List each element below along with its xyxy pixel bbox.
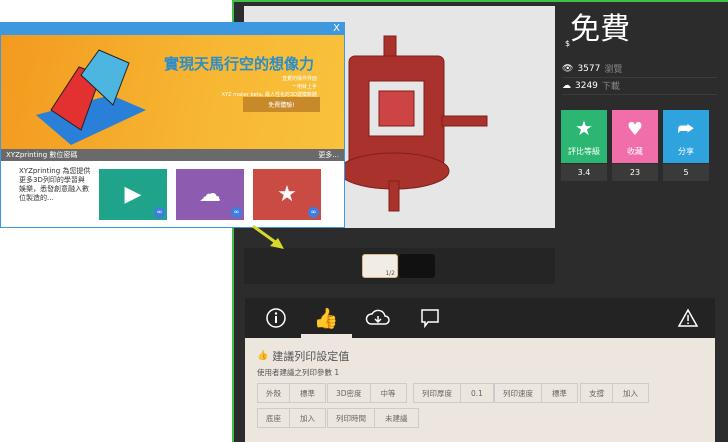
ad-line: 一用就上手: [291, 84, 317, 90]
param-value: 加入: [623, 388, 638, 398]
settings-subtitle: 使用者建議之列印參數 1: [257, 368, 340, 377]
param-density: 3D密度 中等: [327, 383, 407, 403]
param-speed: 列印速度 標準: [494, 383, 578, 403]
param-key: 支撐: [581, 384, 613, 402]
param-value: 標準: [552, 388, 567, 398]
tab-info[interactable]: [261, 304, 291, 332]
tab-comments[interactable]: [415, 304, 445, 332]
downloads-stat: ☁ 3249 下載: [562, 77, 717, 95]
param-value: 0.1: [471, 388, 483, 398]
views-label: 瀏覽: [604, 65, 623, 75]
param-key: 列印時間: [328, 409, 375, 427]
thumbnail-strip: 1/2: [244, 248, 555, 284]
popup-quote: XYZprinting 為您提供更多3D列印的學習與娛樂，悉發創意融入數位製造的…: [19, 167, 91, 202]
star-icon: ★: [575, 116, 593, 140]
play-icon: ▶: [124, 182, 142, 207]
cloud-download-icon: [365, 309, 390, 325]
tab-bar: 👍: [245, 298, 715, 338]
param-key: 底座: [258, 409, 290, 427]
downloads-count: 3249: [575, 80, 598, 91]
param-shell: 外殼 標準: [257, 383, 326, 403]
param-value: 未建議: [385, 413, 408, 423]
cloud-download-icon: ☁: [199, 182, 221, 207]
param-value: 標準: [300, 388, 315, 398]
rate-button[interactable]: ★ 評比等級: [561, 110, 607, 163]
settings-title: 👍 建議列印設定值: [257, 348, 349, 364]
report-button[interactable]: [673, 304, 703, 332]
ad-body: 直覺的操作界面 一用就上手 XYZ maker beta, 最人性化的3D建模軟…: [222, 75, 317, 99]
ad-popup: X 實現天馬行空的想像力 直覺的操作界面 一用就上手 XYZ maker bet…: [0, 22, 345, 228]
price-value: 免費: [570, 12, 631, 47]
price: $免費: [565, 4, 630, 48]
share-label: 分享: [678, 147, 694, 156]
param-layer: 列印厚度 0.1: [413, 383, 494, 403]
eye-icon: 👁: [562, 63, 574, 74]
star-tools-icon: ★: [277, 182, 297, 207]
param-key: 列印厚度: [414, 384, 461, 402]
param-value: 加入: [300, 413, 315, 423]
rate-label: 評比等級: [568, 147, 600, 156]
settings-title-text: 建議列印設定值: [272, 350, 350, 363]
popup-caption: XYZprinting 數位密碼 更多...: [1, 149, 344, 161]
link-icon: ∞: [154, 207, 165, 218]
ad-headline: 實現天馬行空的想像力: [163, 55, 314, 73]
collect-count: 23: [612, 164, 658, 181]
param-time: 列印時間 未建議: [327, 408, 419, 428]
tools-tile[interactable]: ★ ∞: [253, 169, 321, 220]
free-trial-button[interactable]: 免費體驗!: [243, 97, 320, 112]
param-key: 外殼: [258, 384, 290, 402]
rating-value: 3.4: [561, 164, 607, 181]
comment-icon: [421, 309, 439, 329]
share-count: 5: [663, 164, 709, 181]
param-value: 中等: [380, 388, 396, 398]
heart-icon: ♥: [626, 119, 644, 140]
link-icon: ∞: [231, 207, 242, 218]
info-icon: [266, 308, 286, 328]
annotation-arrow-icon: [252, 224, 284, 249]
thumb-counter: 1/2: [385, 270, 395, 277]
param-base: 底座 加入: [257, 408, 326, 428]
download-tile[interactable]: ☁ ∞: [176, 169, 244, 220]
param-support: 支撐 加入: [580, 383, 649, 403]
thumbnail-2[interactable]: [399, 254, 435, 278]
thumbnail-1[interactable]: 1/2: [362, 254, 398, 278]
link-icon: ∞: [308, 207, 319, 218]
more-link[interactable]: 更多...: [318, 150, 339, 160]
ad-line: 直覺的操作界面: [281, 76, 317, 82]
cloud-icon: ☁: [562, 80, 571, 91]
thumbs-up-icon: 👍: [313, 306, 339, 330]
popup-titlebar: X: [1, 23, 344, 35]
share-icon: ⮫: [677, 119, 695, 140]
close-button[interactable]: X: [333, 23, 340, 34]
print-settings: 👍 建議列印設定值 使用者建議之列印參數 1 外殼 標準 3D密度 中等 列印厚度 0.…: [245, 338, 715, 442]
warning-icon: [677, 308, 699, 327]
collect-label: 收藏: [627, 147, 643, 156]
share-button[interactable]: ⮫ 分享: [663, 110, 709, 163]
prism-illustration: [36, 49, 146, 145]
param-key: 3D密度: [328, 384, 371, 402]
tab-recommend[interactable]: 👍: [301, 304, 352, 338]
tab-download[interactable]: [363, 304, 393, 332]
video-tile[interactable]: ▶ ∞: [99, 169, 167, 220]
views-count: 3577: [577, 63, 601, 74]
downloads-label: 下載: [601, 82, 620, 92]
param-key: 列印速度: [495, 384, 542, 402]
ad-banner[interactable]: 實現天馬行空的想像力 直覺的操作界面 一用就上手 XYZ maker beta,…: [1, 35, 344, 149]
caption-text: XYZprinting 數位密碼: [6, 151, 78, 159]
collect-button[interactable]: ♥ 收藏: [612, 110, 658, 163]
views-stat: 👁 3577 瀏覽: [562, 60, 717, 78]
thumbs-up-icon: 👍: [257, 351, 269, 361]
